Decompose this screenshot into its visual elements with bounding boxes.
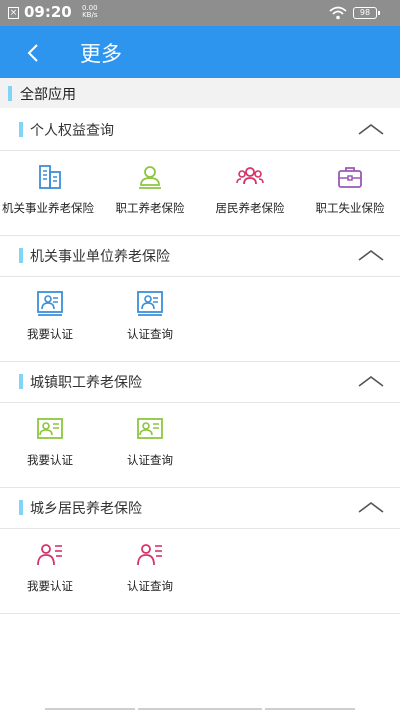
item-label: 认证查询 <box>127 579 173 593</box>
grid-item[interactable]: 认证查询 <box>100 403 200 487</box>
section-header[interactable]: 城镇职工养老保险 <box>0 360 400 403</box>
grid-item[interactable]: 居民养老保险 <box>200 151 300 235</box>
section-header[interactable]: 机关事业单位养老保险 <box>0 234 400 277</box>
chevron-up-icon[interactable] <box>357 374 385 388</box>
item-label: 我要认证 <box>27 327 73 341</box>
section-body: 我要认证 认证查询 <box>0 529 400 614</box>
section-title: 城镇职工养老保险 <box>30 375 142 391</box>
item-label: 机关事业养老保险 <box>2 201 94 215</box>
id-card-icon <box>37 291 63 316</box>
nav-indicator <box>45 708 135 710</box>
id-card-icon <box>137 291 163 316</box>
person-list-icon <box>137 544 162 566</box>
network-speed: 0.00 KB/s <box>82 5 98 19</box>
grid-item[interactable]: 我要认证 <box>0 277 100 361</box>
id-card-icon <box>137 418 163 439</box>
section-header[interactable]: 城乡居民养老保险 <box>0 486 400 529</box>
grid-item[interactable]: 我要认证 <box>0 403 100 487</box>
id-card-icon <box>37 418 63 439</box>
all-apps-label: 全部应用 <box>20 87 76 103</box>
chevron-up-icon[interactable] <box>357 248 385 262</box>
grid-item[interactable]: 职工养老保险 <box>100 151 200 235</box>
grid-item[interactable]: 职工失业保险 <box>300 151 400 235</box>
item-label: 认证查询 <box>127 453 173 467</box>
nav-indicator <box>265 708 355 710</box>
accent-bar <box>19 248 23 263</box>
section-title: 城乡居民养老保险 <box>30 501 142 517</box>
section-urban-employee-pension: 城镇职工养老保险 我要认证 认证查询 <box>0 360 400 488</box>
wifi-icon <box>329 6 347 20</box>
chevron-up-icon[interactable] <box>357 122 385 136</box>
network-speed-unit: KB/s <box>82 11 98 19</box>
item-label: 认证查询 <box>127 327 173 341</box>
battery-icon: 98 <box>353 7 380 19</box>
section-body: 我要认证 认证查询 <box>0 403 400 488</box>
item-label: 我要认证 <box>27 453 73 467</box>
page-title: 更多 <box>80 42 122 66</box>
person-icon <box>139 166 161 189</box>
status-time: 09:20 <box>24 3 72 21</box>
accent-bar <box>19 500 23 515</box>
section-header[interactable]: 个人权益查询 <box>0 108 400 151</box>
section-title: 个人权益查询 <box>30 123 114 139</box>
accent-bar <box>19 374 23 389</box>
nav-indicator <box>138 708 262 710</box>
sim-icon: × <box>8 7 19 19</box>
accent-bar <box>19 122 23 137</box>
status-bar: × 09:20 0.00 KB/s 98 <box>0 0 400 26</box>
people-group-icon <box>236 167 264 185</box>
person-list-icon <box>37 544 62 566</box>
all-apps-header: 全部应用 <box>0 78 400 108</box>
grid-item[interactable]: 我要认证 <box>0 529 100 613</box>
item-label: 我要认证 <box>27 579 73 593</box>
item-label: 居民养老保险 <box>215 201 285 215</box>
chevron-left-icon[interactable] <box>20 40 48 66</box>
section-institution-pension: 机关事业单位养老保险 我要认证 认证查询 <box>0 234 400 362</box>
chevron-up-icon[interactable] <box>357 500 385 514</box>
nav-bar: 更多 <box>0 26 400 78</box>
section-body: 机关事业养老保险 职工养老保险 居民养老保险 职工失业保险 <box>0 151 400 236</box>
section-personal-rights: 个人权益查询 机关事业养老保险 职工养老保险 居民养老保险 职工失业保险 <box>0 108 400 236</box>
grid-item[interactable]: 认证查询 <box>100 529 200 613</box>
grid-item[interactable]: 认证查询 <box>100 277 200 361</box>
accent-bar <box>8 86 12 101</box>
briefcase-icon <box>338 167 362 188</box>
item-label: 职工失业保险 <box>315 201 385 215</box>
building-icon <box>39 165 61 189</box>
grid-item[interactable]: 机关事业养老保险 <box>0 151 100 235</box>
section-body: 我要认证 认证查询 <box>0 277 400 362</box>
section-urban-rural-pension: 城乡居民养老保险 我要认证 认证查询 <box>0 486 400 614</box>
item-label: 职工养老保险 <box>115 201 185 215</box>
section-title: 机关事业单位养老保险 <box>30 249 170 265</box>
